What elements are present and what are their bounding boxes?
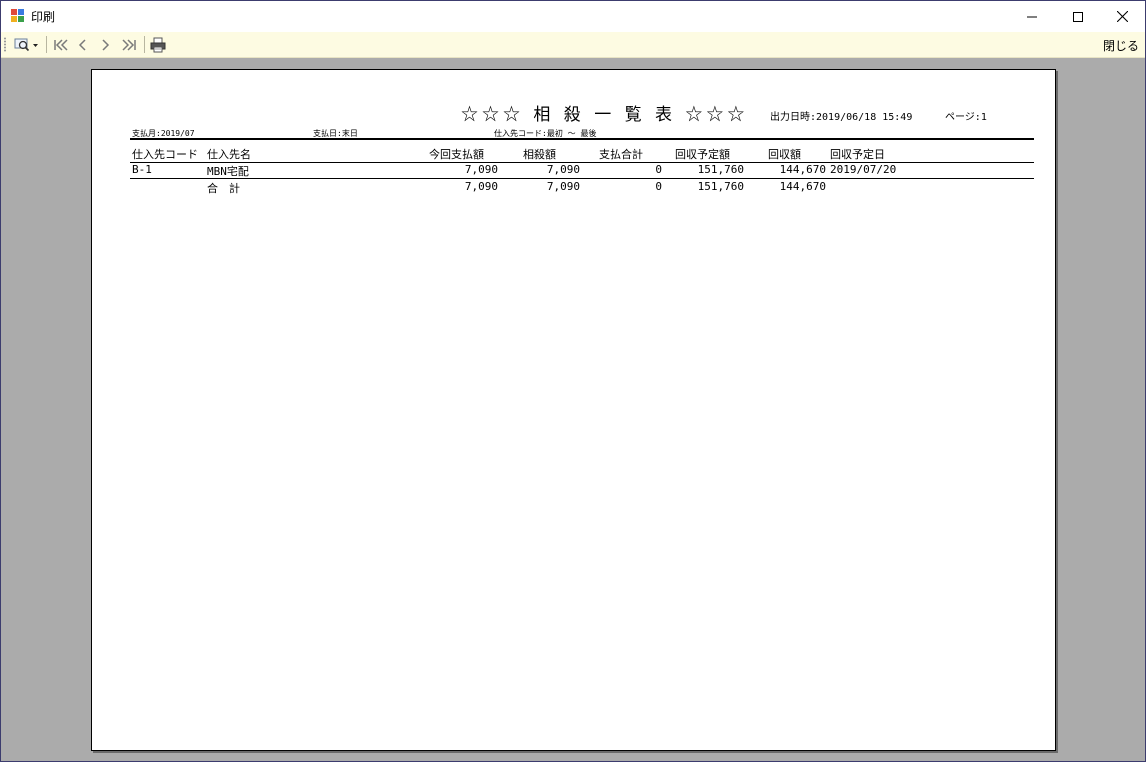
total-collected: 144,670 — [779, 180, 826, 193]
column-rule — [130, 162, 1034, 163]
app-icon — [11, 9, 24, 22]
page-number: ページ:1 — [945, 112, 987, 123]
title-bar: 印刷 — [1, 1, 1145, 32]
report-page: ☆☆☆ 相 殺 一 覧 表 ☆☆☆ 出力日時:2019/06/18 15:49 … — [91, 69, 1056, 751]
row-scheduled-collection: 151,760 — [697, 163, 744, 176]
col-header-scheduled-collection: 回収予定額 — [675, 148, 730, 161]
row-payment-total: 0 — [655, 163, 662, 176]
close-window-button[interactable] — [1099, 1, 1145, 32]
total-rule — [130, 178, 1034, 179]
toolbar-grip[interactable] — [4, 37, 6, 52]
col-header-name: 仕入先名 — [207, 148, 251, 161]
row-collected: 144,670 — [779, 163, 826, 176]
col-header-collected: 回収額 — [768, 148, 801, 161]
printer-icon — [150, 37, 166, 52]
last-page-button[interactable] — [120, 35, 138, 54]
first-page-button[interactable] — [52, 35, 70, 54]
row-name: MBN宅配 — [207, 165, 249, 178]
row-offset: 7,090 — [546, 163, 580, 176]
toolbar-separator — [46, 36, 47, 53]
total-scheduled-collection: 151,760 — [697, 180, 744, 193]
total-offset: 7,090 — [546, 180, 580, 193]
row-code: B-1 — [132, 163, 152, 176]
print-button[interactable] — [149, 35, 167, 54]
zoom-dropdown-button[interactable] — [12, 35, 42, 54]
next-page-button[interactable] — [98, 35, 112, 54]
previous-page-icon — [78, 38, 86, 51]
close-button[interactable]: 閉じる — [1103, 37, 1139, 54]
row-this-payment: 7,090 — [464, 163, 498, 176]
print-preview-window: 印刷 閉じる ☆☆☆ 相 殺 一 覧 表 ☆☆☆ 出力日時:2019/06/18… — [0, 0, 1146, 762]
col-header-code: 仕入先コード — [132, 148, 198, 161]
maximize-icon — [1073, 11, 1083, 22]
maximize-button[interactable] — [1055, 1, 1101, 32]
toolbar-separator — [144, 36, 145, 53]
minimize-icon — [1027, 16, 1037, 17]
header-rule — [130, 138, 1034, 140]
col-header-payment-total: 支払合計 — [599, 148, 643, 161]
next-page-icon — [102, 38, 110, 51]
total-this-payment: 7,090 — [464, 180, 498, 193]
close-icon — [1116, 11, 1128, 22]
col-header-scheduled-date: 回収予定日 — [830, 148, 885, 161]
row-scheduled-date: 2019/07/20 — [830, 163, 897, 176]
minimize-button[interactable] — [1009, 1, 1055, 32]
report-title: ☆☆☆ 相 殺 一 覧 表 ☆☆☆ — [461, 105, 749, 125]
output-datetime: 出力日時:2019/06/18 15:49 — [770, 112, 913, 123]
zoom-icon — [14, 38, 38, 51]
first-page-icon — [54, 38, 68, 51]
col-header-this-payment: 今回支払額 — [429, 148, 484, 161]
preview-toolbar: 閉じる — [1, 32, 1145, 58]
last-page-icon — [122, 38, 136, 51]
previous-page-button[interactable] — [76, 35, 90, 54]
preview-area[interactable]: ☆☆☆ 相 殺 一 覧 表 ☆☆☆ 出力日時:2019/06/18 15:49 … — [1, 58, 1145, 761]
total-label: 合 計 — [207, 182, 240, 195]
total-payment-total: 0 — [655, 180, 662, 193]
col-header-offset: 相殺額 — [523, 148, 556, 161]
window-title: 印刷 — [31, 10, 56, 24]
